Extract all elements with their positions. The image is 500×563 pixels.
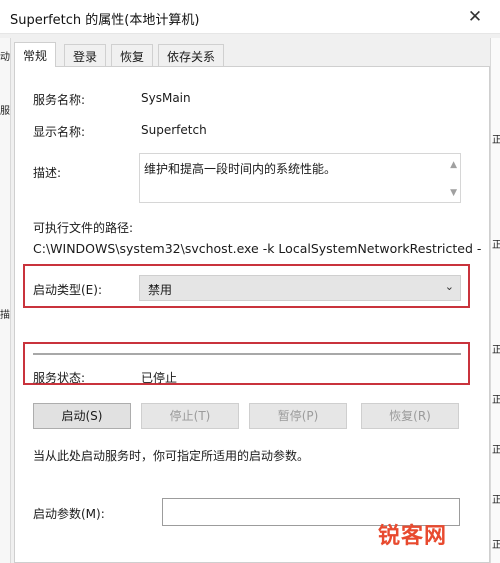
tab-general[interactable]: 常规 bbox=[14, 42, 57, 67]
divider bbox=[33, 353, 461, 355]
title-bar[interactable]: Superfetch 的属性(本地计算机) ✕ bbox=[0, 0, 500, 34]
scroll-up-icon[interactable]: ▲ bbox=[450, 160, 457, 170]
service-status-value: 已停止 bbox=[141, 371, 178, 385]
path-label: 可执行文件的路径: bbox=[33, 221, 134, 235]
properties-dialog: Superfetch 的属性(本地计算机) ✕ 常规 登录 恢复 依存关系 服务… bbox=[0, 0, 500, 563]
pause-button[interactable]: 暂停(P) bbox=[249, 403, 347, 429]
startup-type-label: 启动类型(E): bbox=[33, 283, 102, 297]
scroll-down-icon[interactable]: ▼ bbox=[450, 188, 457, 198]
display-name-value: Superfetch bbox=[141, 123, 207, 137]
display-name-label: 显示名称: bbox=[33, 125, 86, 139]
tab-recovery[interactable]: 恢复 bbox=[111, 44, 154, 66]
watermark-logo: 锐客网 bbox=[378, 524, 448, 549]
general-panel: 服务名称: SysMain 显示名称: Superfetch 描述: 维护和提高… bbox=[14, 66, 490, 563]
stop-button[interactable]: 停止(T) bbox=[141, 403, 239, 429]
description-label: 描述: bbox=[33, 166, 62, 180]
tab-dependencies[interactable]: 依存关系 bbox=[158, 44, 225, 66]
chevron-down-icon: ⌄ bbox=[444, 280, 454, 293]
service-status-label: 服务状态: bbox=[33, 371, 86, 385]
tab-logon[interactable]: 登录 bbox=[64, 44, 107, 66]
service-name-value: SysMain bbox=[141, 91, 191, 105]
start-button[interactable]: 启动(S) bbox=[33, 403, 131, 429]
close-icon[interactable]: ✕ bbox=[464, 6, 486, 28]
startup-type-value: 禁用 bbox=[148, 283, 173, 297]
service-name-label: 服务名称: bbox=[33, 93, 86, 107]
path-value: C:\WINDOWS\system32\svchost.exe -k Local… bbox=[33, 241, 482, 256]
start-params-label: 启动参数(M): bbox=[33, 507, 105, 521]
description-text: 维护和提高一段时间内的系统性能。 bbox=[144, 162, 337, 176]
start-params-hint: 当从此处启动服务时，你可指定所适用的启动参数。 bbox=[33, 449, 310, 463]
description-box[interactable]: 维护和提高一段时间内的系统性能。 ▲ ▼ bbox=[139, 153, 461, 203]
highlight-service-status bbox=[23, 342, 470, 385]
startup-type-select[interactable]: 禁用 ⌄ bbox=[139, 275, 461, 301]
window-title: Superfetch 的属性(本地计算机) bbox=[10, 13, 200, 28]
resume-button[interactable]: 恢复(R) bbox=[361, 403, 459, 429]
